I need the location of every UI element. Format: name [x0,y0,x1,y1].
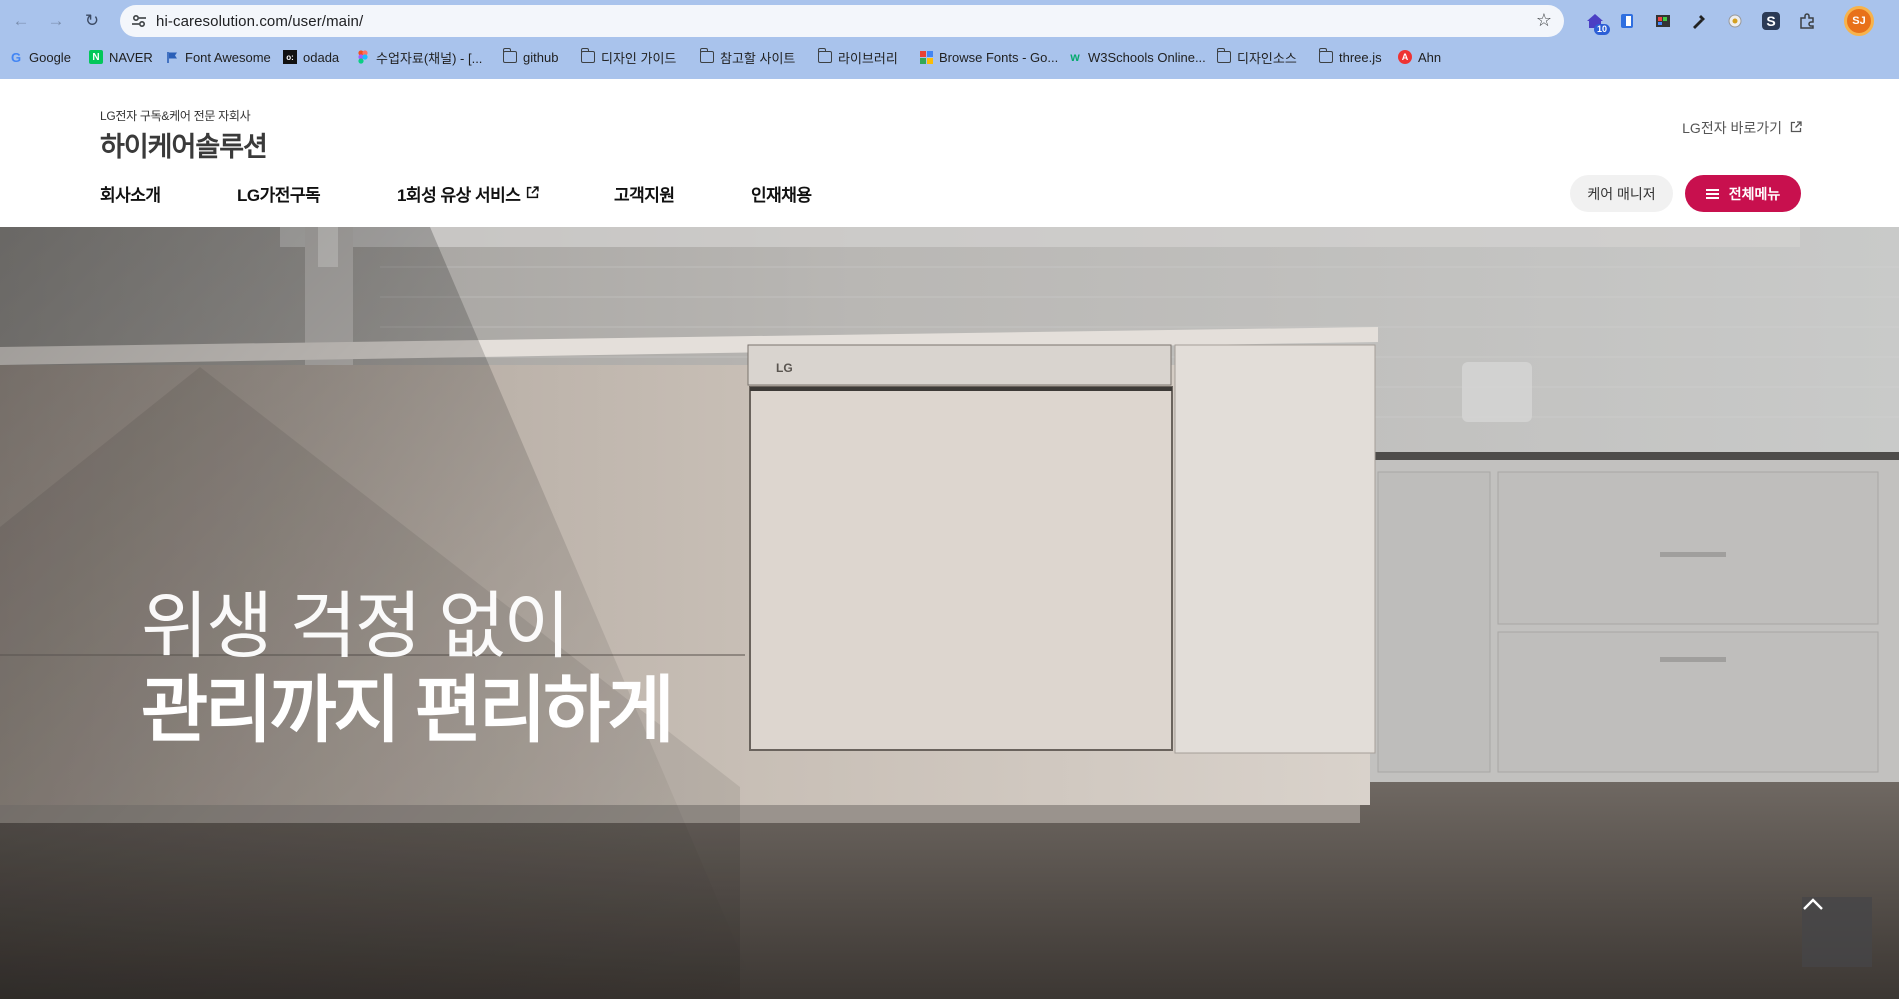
nav-item-company[interactable]: 회사소개 [100,181,237,206]
site-settings-icon[interactable] [130,12,148,30]
nav-item-lg-subscription[interactable]: LG가전구독 [237,181,397,206]
arrow-left-icon: ← [12,11,30,30]
bookmark-google-fonts[interactable]: Browse Fonts - Go... [919,46,1058,68]
folder-icon [1216,48,1231,64]
browser-chrome: ← → ↻ hi-caresolution.com/user/main/ ☆ 1… [0,0,1899,79]
forward-button[interactable]: → [44,9,68,33]
lg-link-label: LG전자 바로가기 [1682,120,1782,136]
folder-icon [580,48,595,64]
bookmark-odada[interactable]: o: odada [283,46,339,68]
bookmark-design-guide[interactable]: 디자인 가이드 [580,46,676,68]
all-menu-button[interactable]: 전체메뉴 [1685,175,1801,212]
hero-headline: 위생 걱정 없이 관리까지 편리하게 [141,585,675,753]
extension-record-icon[interactable] [1722,8,1748,34]
figma-icon [356,50,370,64]
external-link-icon [1790,120,1802,136]
nav-item-careers[interactable]: 인재채용 [751,181,871,206]
browser-toolbar: ← → ↻ hi-caresolution.com/user/main/ ☆ 1… [0,0,1899,42]
folder-icon [699,48,714,64]
bookmark-design-sources[interactable]: 디자인소스 [1216,46,1297,68]
bookmark-font-awesome[interactable]: Font Awesome [165,46,271,68]
extensions-puzzle-icon[interactable] [1794,8,1820,34]
scroll-to-top-button[interactable] [1802,897,1872,967]
odada-icon: o: [283,50,297,64]
main-nav: 회사소개 LG가전구독 1회성 유상 서비스 고객지원 인재채용 [100,181,871,206]
profile-avatar[interactable]: SJ [1844,6,1874,36]
extension-colorzilla-icon[interactable] [1650,8,1676,34]
naver-n-icon: N [89,50,103,64]
google-g-icon: G [10,49,22,65]
nav-item-one-time-service[interactable]: 1회성 유상 서비스 [397,181,614,206]
site-header: LG전자 구독&케어 전문 자회사 하이케어솔루션 LG전자 바로가기 회사소개… [0,79,1899,227]
lg-electronics-link[interactable]: LG전자 바로가기 [1682,118,1802,138]
svg-text:S: S [1766,13,1775,29]
folder-icon [502,48,517,64]
bookmark-w3schools[interactable]: w W3Schools Online... [1068,46,1205,68]
bookmark-ahn[interactable]: A Ahn [1398,46,1441,68]
w3schools-icon: w [1070,50,1080,64]
eyedropper-icon[interactable] [1686,8,1712,34]
external-link-icon [526,184,540,204]
a-circle-icon: A [1398,50,1412,64]
hamburger-icon [1705,188,1719,199]
site-logo[interactable]: LG전자 구독&케어 전문 자회사 하이케어솔루션 [100,107,268,164]
bookmark-naver[interactable]: N NAVER [89,46,153,68]
hero-headline-line1: 위생 걱정 없이 [141,586,571,667]
reload-icon: ↻ [84,11,100,30]
bookmark-threejs[interactable]: three.js [1318,46,1382,68]
lg-badge: LG [776,361,793,375]
logo-title: 하이케어솔루션 [100,132,268,162]
extension-home-icon[interactable]: 10 [1582,8,1610,35]
bookmark-github[interactable]: github [502,46,558,68]
address-bar[interactable]: hi-caresolution.com/user/main/ ☆ [120,5,1564,37]
hero-banner: LG 위생 걱정 없이 관리까지 편리하게 [0,227,1899,999]
url-text[interactable]: hi-caresolution.com/user/main/ [156,13,363,30]
bookmark-class-materials[interactable]: 수업자료(채널) - [... [356,46,482,68]
logo-subtitle: LG전자 구독&케어 전문 자회사 [100,109,251,123]
bookmark-google[interactable]: G Google [9,46,71,68]
extension-panel-icon[interactable] [1614,8,1640,34]
chevron-up-icon [1803,898,1823,910]
hero-headline-line2: 관리까지 편리하게 [141,670,675,751]
back-button[interactable]: ← [9,9,33,33]
reload-button[interactable]: ↻ [80,9,104,33]
nav-item-customer-support[interactable]: 고객지원 [614,181,751,206]
bookmarks-bar: G Google N NAVER Font Awesome o: odada 수업자료… [0,46,1899,68]
care-manager-button[interactable]: 케어 매니저 [1570,175,1673,212]
google-fonts-icon [919,50,933,64]
extension-badge: 10 [1593,24,1610,35]
arrow-right-icon: → [47,11,65,30]
folder-icon [1318,48,1333,64]
bookmark-star-icon[interactable]: ☆ [1536,10,1552,31]
extension-s-icon[interactable]: S [1758,8,1784,34]
flag-icon [165,50,179,64]
bookmark-reference-sites[interactable]: 참고할 사이트 [699,46,795,68]
bookmark-libraries[interactable]: 라이브러리 [817,46,898,68]
folder-icon [817,48,832,64]
